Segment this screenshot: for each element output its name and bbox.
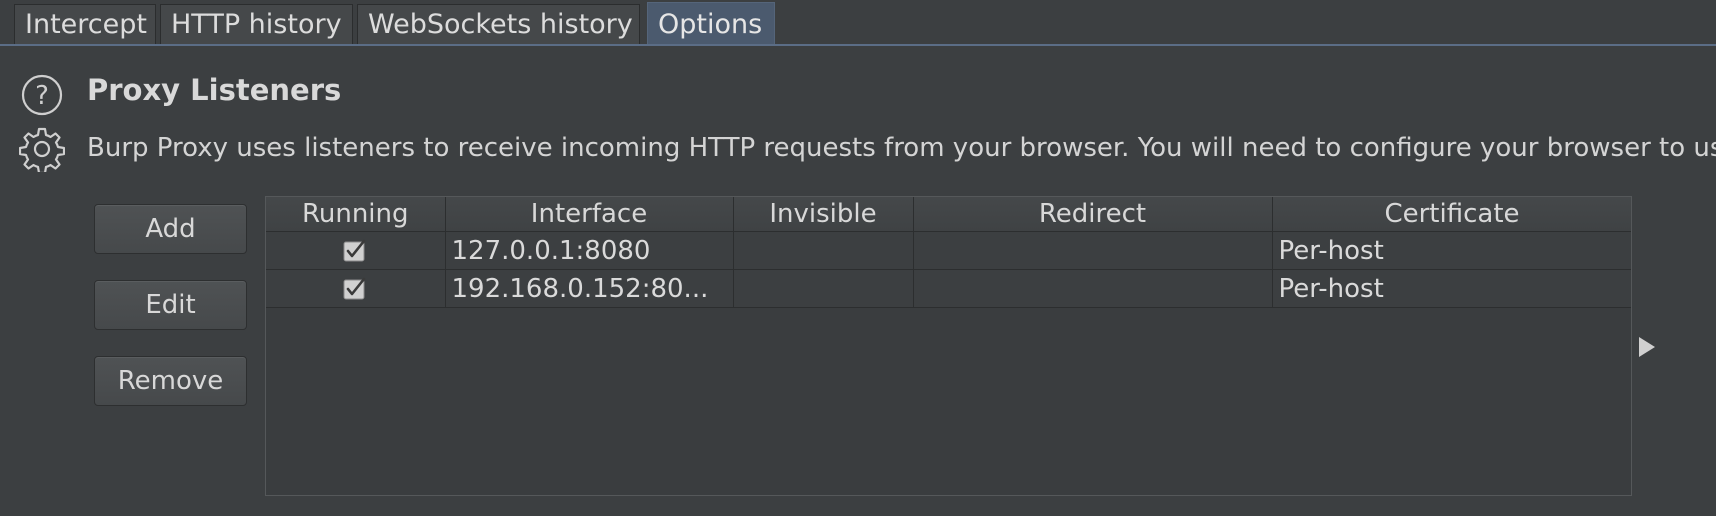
running-checkbox[interactable]	[343, 239, 367, 263]
tab-options[interactable]: Options	[647, 2, 775, 46]
certificate-cell: Per-host	[1272, 231, 1631, 270]
description-container: Burp Proxy uses listeners to receive inc…	[0, 120, 1716, 180]
edit-button[interactable]: Edit	[94, 280, 247, 330]
column-header-certificate[interactable]: Certificate	[1272, 197, 1631, 232]
column-header-running[interactable]: Running	[266, 197, 446, 232]
interface-cell: 192.168.0.152:80...	[445, 269, 734, 308]
running-checkbox[interactable]	[343, 277, 367, 301]
tab-http-history[interactable]: HTTP history	[160, 4, 353, 44]
svg-text:?: ?	[35, 81, 49, 111]
column-header-invisible[interactable]: Invisible	[733, 197, 914, 232]
table-row[interactable]: 127.0.0.1:8080 Per-host	[266, 231, 1631, 270]
invisible-cell	[733, 231, 914, 270]
section-description: Burp Proxy uses listeners to receive inc…	[87, 133, 1716, 163]
tab-intercept[interactable]: Intercept	[14, 4, 156, 44]
running-cell	[266, 269, 446, 308]
help-icon[interactable]: ?	[21, 74, 63, 116]
add-button[interactable]: Add	[94, 204, 247, 254]
running-cell	[266, 231, 446, 270]
column-header-interface[interactable]: Interface	[445, 197, 734, 232]
remove-button[interactable]: Remove	[94, 356, 247, 406]
listeners-table-container[interactable]: Running Interface Invisible Redirect Cer…	[265, 196, 1632, 496]
column-header-redirect[interactable]: Redirect	[913, 197, 1273, 232]
certificate-cell: Per-host	[1272, 269, 1631, 308]
redirect-cell	[913, 269, 1273, 308]
redirect-cell	[913, 231, 1273, 270]
interface-cell: 127.0.0.1:8080	[445, 231, 734, 270]
listeners-table: Running Interface Invisible Redirect Cer…	[266, 197, 1631, 308]
scroll-right-arrow-icon[interactable]	[1637, 336, 1657, 358]
tab-websockets-history[interactable]: WebSockets history	[357, 4, 640, 44]
table-header-row: Running Interface Invisible Redirect Cer…	[266, 197, 1631, 232]
section-title: Proxy Listeners	[87, 73, 342, 107]
tab-bar: Intercept HTTP history WebSockets histor…	[0, 0, 1716, 48]
tab-bar-underline	[0, 44, 1716, 46]
invisible-cell	[733, 269, 914, 308]
table-row[interactable]: 192.168.0.152:80... Per-host	[266, 269, 1631, 308]
